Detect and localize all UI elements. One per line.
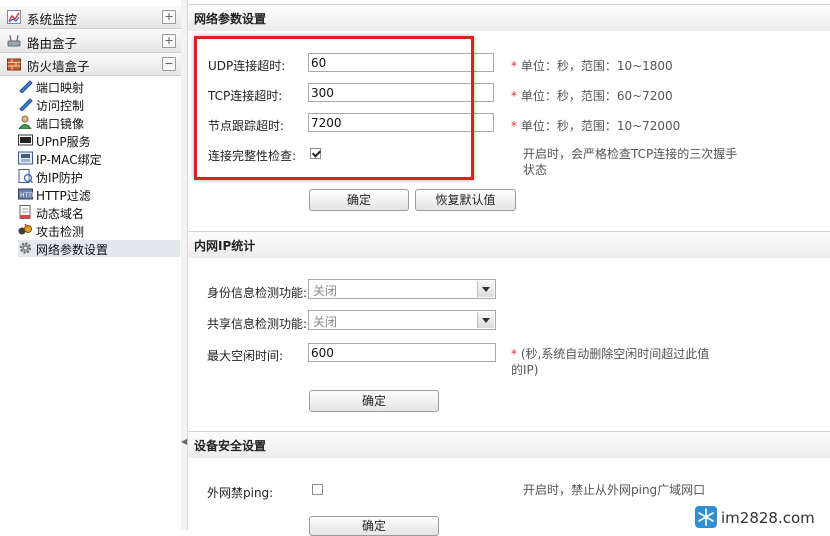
sidebar-item-ip-mac-binding[interactable]: IP-MAC绑定 <box>18 150 180 167</box>
sidebar-item-label: 网络参数设置 <box>36 243 109 257</box>
collapse-icon[interactable]: − <box>162 57 176 71</box>
sidebar-item-label: 动态域名 <box>36 207 85 221</box>
device-security-ok-button[interactable]: 确定 <box>309 516 439 536</box>
collapse-arrow-icon[interactable]: ◀ <box>181 437 187 446</box>
sidebar-item-label: 端口镜像 <box>36 117 85 131</box>
ddns-icon <box>19 205 31 219</box>
sidebar-item-upnp[interactable]: UPnP服务 <box>18 132 180 149</box>
panel-title: 网络参数设置 <box>194 12 267 26</box>
max-idle-time-label: 最大空闲时间: <box>207 349 284 363</box>
select-value: 关闭 <box>313 284 338 298</box>
hint-text: 单位：秒，范围：10~1800 <box>517 59 673 73</box>
network-params-ok-button[interactable]: 确定 <box>309 189 409 211</box>
integrity-check-note: 开启时，会严格检查TCP连接的三次握手状态 <box>523 147 738 177</box>
sidebar-item-label: 访问控制 <box>36 99 85 113</box>
hint-text: 单位：秒，范围：10~72000 <box>517 119 681 133</box>
sidebar-group-label: 系统监控 <box>27 12 78 27</box>
wan-ping-block-note: 开启时，禁止从外网ping广域网口 <box>523 483 706 497</box>
hint-text: (秒,系统自动删除空闲时间超过此值的IP) <box>511 347 710 377</box>
port-mirror-icon <box>18 115 32 129</box>
sidebar-group-label: 防火墙盒子 <box>27 59 90 74</box>
sidebar-group-label: 路由盒子 <box>27 36 78 51</box>
sidebar-splitter[interactable]: ◀ <box>181 0 188 530</box>
router-icon <box>7 34 21 47</box>
chevron-down-icon[interactable] <box>477 281 494 297</box>
udp-timeout-hint: * 单位：秒，范围：10~1800 <box>511 57 673 74</box>
panel-title: 内网IP统计 <box>194 239 256 253</box>
lan-ip-ok-button[interactable]: 确定 <box>309 390 439 412</box>
max-idle-time-hint: * (秒,系统自动删除空闲时间超过此值的IP) <box>511 346 721 378</box>
highlight-box <box>194 36 474 180</box>
sidebar-item-port-mirror[interactable]: 端口镜像 <box>18 114 180 131</box>
identity-detect-label: 身份信息检测功能: <box>207 286 308 300</box>
sidebar: 系统监控 + 路由盒子 + 防火墙盒子 − 端口映射 访问控制 端口镜像 UPn… <box>0 0 182 530</box>
sidebar-item-attack-detection[interactable]: 攻击检测 <box>18 222 180 239</box>
sidebar-item-access-control[interactable]: 访问控制 <box>18 96 180 113</box>
snowflake-logo-icon <box>695 506 717 528</box>
sidebar-item-port-mapping[interactable]: 端口映射 <box>18 78 180 95</box>
sidebar-item-label: 端口映射 <box>36 81 85 95</box>
share-detect-label: 共享信息检测功能: <box>207 317 308 331</box>
port-map-icon <box>19 80 33 93</box>
sidebar-item-fake-ip-protection[interactable]: 伪IP防护 <box>18 168 180 185</box>
max-idle-time-input[interactable] <box>308 343 496 362</box>
panel-header-device-security: 设备安全设置 <box>188 431 830 459</box>
ip-mac-icon <box>18 151 33 165</box>
sidebar-group-system-monitor[interactable]: 系统监控 + <box>0 6 181 29</box>
firewall-icon <box>7 58 21 71</box>
wan-ping-block-label: 外网禁ping: <box>207 486 274 500</box>
expand-icon[interactable]: + <box>162 10 176 24</box>
panel-title: 设备安全设置 <box>194 439 267 453</box>
sidebar-item-label: IP-MAC绑定 <box>36 153 102 167</box>
sidebar-item-label: UPnP服务 <box>36 135 91 149</box>
http-filter-icon: HTTP <box>18 188 33 200</box>
chart-icon <box>7 10 21 24</box>
node-track-timeout-hint: * 单位：秒，范围：10~72000 <box>511 117 680 134</box>
watermark-text: im2828.com <box>721 509 815 527</box>
attack-detect-icon <box>18 223 32 235</box>
hint-text: 单位：秒，范围：60~7200 <box>517 89 673 103</box>
sidebar-item-label: 伪IP防护 <box>36 171 83 185</box>
sidebar-group-firewall[interactable]: 防火墙盒子 − <box>0 53 181 76</box>
chevron-down-icon[interactable] <box>477 312 494 328</box>
share-detect-select[interactable]: 关闭 <box>308 310 496 330</box>
access-control-icon <box>19 98 33 111</box>
tcp-timeout-hint: * 单位：秒，范围：60~7200 <box>511 87 673 104</box>
wan-ping-block-checkbox[interactable] <box>312 484 323 495</box>
sidebar-item-ddns[interactable]: 动态域名 <box>18 204 180 221</box>
gear-icon <box>19 242 32 254</box>
watermark: im2828.com <box>695 506 825 530</box>
expand-icon[interactable]: + <box>162 34 176 48</box>
sidebar-item-http-filter[interactable]: HTTP HTTP过滤 <box>18 186 180 203</box>
restore-defaults-button[interactable]: 恢复默认值 <box>415 189 516 211</box>
sidebar-group-router[interactable]: 路由盒子 + <box>0 30 181 53</box>
sidebar-item-label: 攻击检测 <box>36 225 85 239</box>
fake-ip-icon <box>18 169 33 183</box>
identity-detect-select[interactable]: 关闭 <box>308 279 496 299</box>
select-value: 关闭 <box>313 315 338 329</box>
sidebar-item-network-params[interactable]: 网络参数设置 <box>18 240 180 257</box>
sidebar-item-label: HTTP过滤 <box>36 189 91 203</box>
panel-header-lan-ip-stats: 内网IP统计 <box>188 231 830 259</box>
upnp-icon <box>18 134 33 146</box>
svg-text:HTTP: HTTP <box>20 192 33 199</box>
panel-header-network-params: 网络参数设置 <box>188 4 830 32</box>
